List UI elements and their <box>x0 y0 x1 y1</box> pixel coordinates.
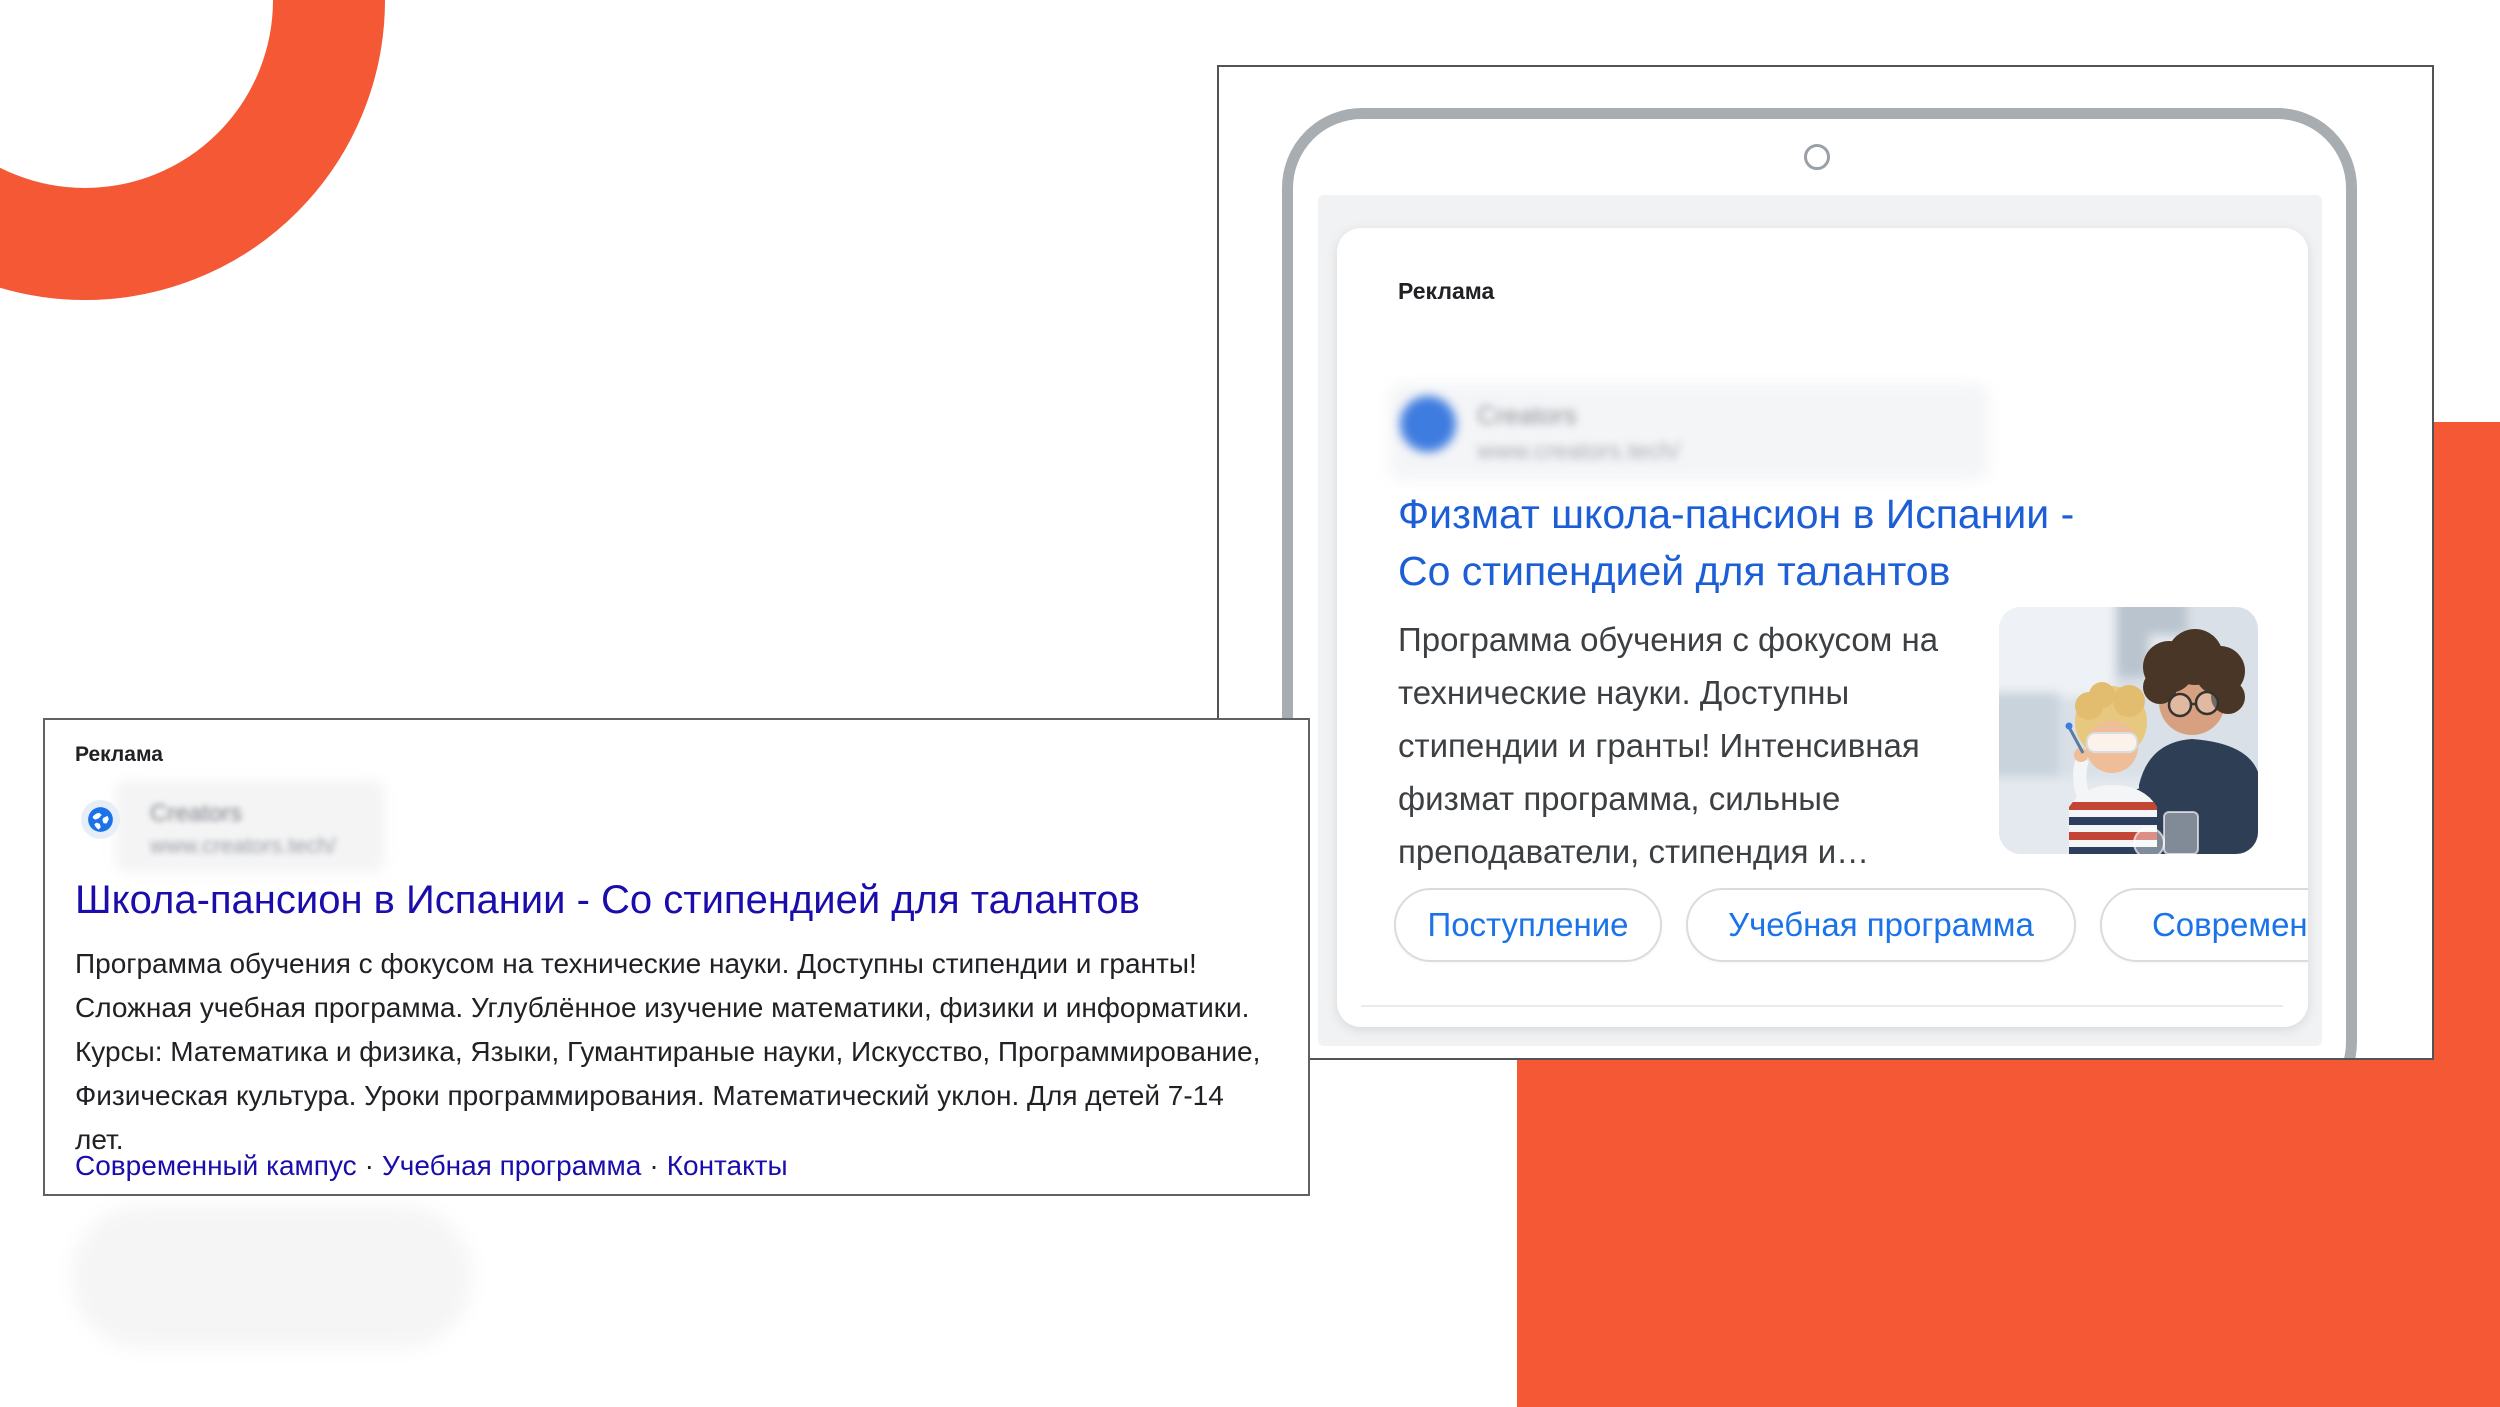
tablet-camera-icon <box>1804 144 1830 170</box>
sitelink-contacts[interactable]: Контакты <box>667 1150 788 1181</box>
ad-button-campus-clipped[interactable]: Современный <box>2100 888 2308 962</box>
globe-icon <box>87 806 114 833</box>
advertiser-url-blurred: www.creators.tech/ <box>150 833 336 859</box>
decorative-ring-shape <box>0 0 385 300</box>
description-line: Сложная учебная программа. Углублённое и… <box>75 986 1260 1030</box>
slide-canvas: Реклама Creators www.creators.tech/ Физм… <box>0 0 2500 1407</box>
ad-label: Реклама <box>75 743 163 767</box>
ad-headline-line-1: Физмат школа-пансион в Испании - <box>1398 486 2074 543</box>
description-line: физмат программа, сильные <box>1398 772 1938 825</box>
ad-headline-line-2: Со стипендией для талантов <box>1398 543 2074 600</box>
card-divider <box>1361 1005 2283 1007</box>
description-line: Физическая культура. Уроки программирова… <box>75 1074 1260 1118</box>
mobile-ad-card: Реклама Creators www.creators.tech/ Физм… <box>1337 228 2308 1027</box>
blurred-smudge <box>72 1206 472 1348</box>
tablet-mockup-panel: Реклама Creators www.creators.tech/ Физм… <box>1217 65 2434 1060</box>
advertiser-name-blurred: Creators <box>1477 400 1577 431</box>
description-line: Курсы: Математика и физика, Языки, Гуман… <box>75 1030 1260 1074</box>
description-line: стипендии и гранты! Интенсивная <box>1398 719 1938 772</box>
advertiser-name-blurred: Creators <box>150 800 242 828</box>
sitelink-campus[interactable]: Современный кампус <box>75 1150 357 1181</box>
ad-button-curriculum[interactable]: Учебная программа <box>1686 888 2076 962</box>
ad-headline-link[interactable]: Школа-пансион в Испании - Со стипендией … <box>75 878 1140 923</box>
description-line: преподаватели, стипендия и… <box>1398 825 1938 878</box>
ad-sitelinks: Современный кампус·Учебная программа·Кон… <box>75 1150 788 1182</box>
ad-label: Реклама <box>1398 278 1494 305</box>
sitelink-separator: · <box>641 1150 666 1181</box>
advertiser-logo-blurred <box>1400 396 1456 452</box>
sitelink-separator: · <box>357 1150 382 1181</box>
description-line: технические науки. Доступны <box>1398 666 1938 719</box>
ad-description: Программа обучения с фокусом на техничес… <box>1398 613 1938 878</box>
desktop-ad-card: Реклама Creators www.creators.tech/ Школ… <box>43 718 1310 1196</box>
ad-headline-link[interactable]: Физмат школа-пансион в Испании - Со стип… <box>1398 486 2074 600</box>
ad-button-admission[interactable]: Поступление <box>1394 888 1662 962</box>
ad-photo-teacher-student <box>1999 607 2258 854</box>
sitelink-curriculum[interactable]: Учебная программа <box>382 1150 641 1181</box>
ad-description: Программа обучения с фокусом на техничес… <box>75 942 1260 1162</box>
advertiser-url-blurred: www.creators.tech/ <box>1477 438 1680 466</box>
advertiser-logo-circle <box>81 800 120 839</box>
description-line: Программа обучения с фокусом на техничес… <box>75 942 1260 986</box>
description-line: Программа обучения с фокусом на <box>1398 613 1938 666</box>
